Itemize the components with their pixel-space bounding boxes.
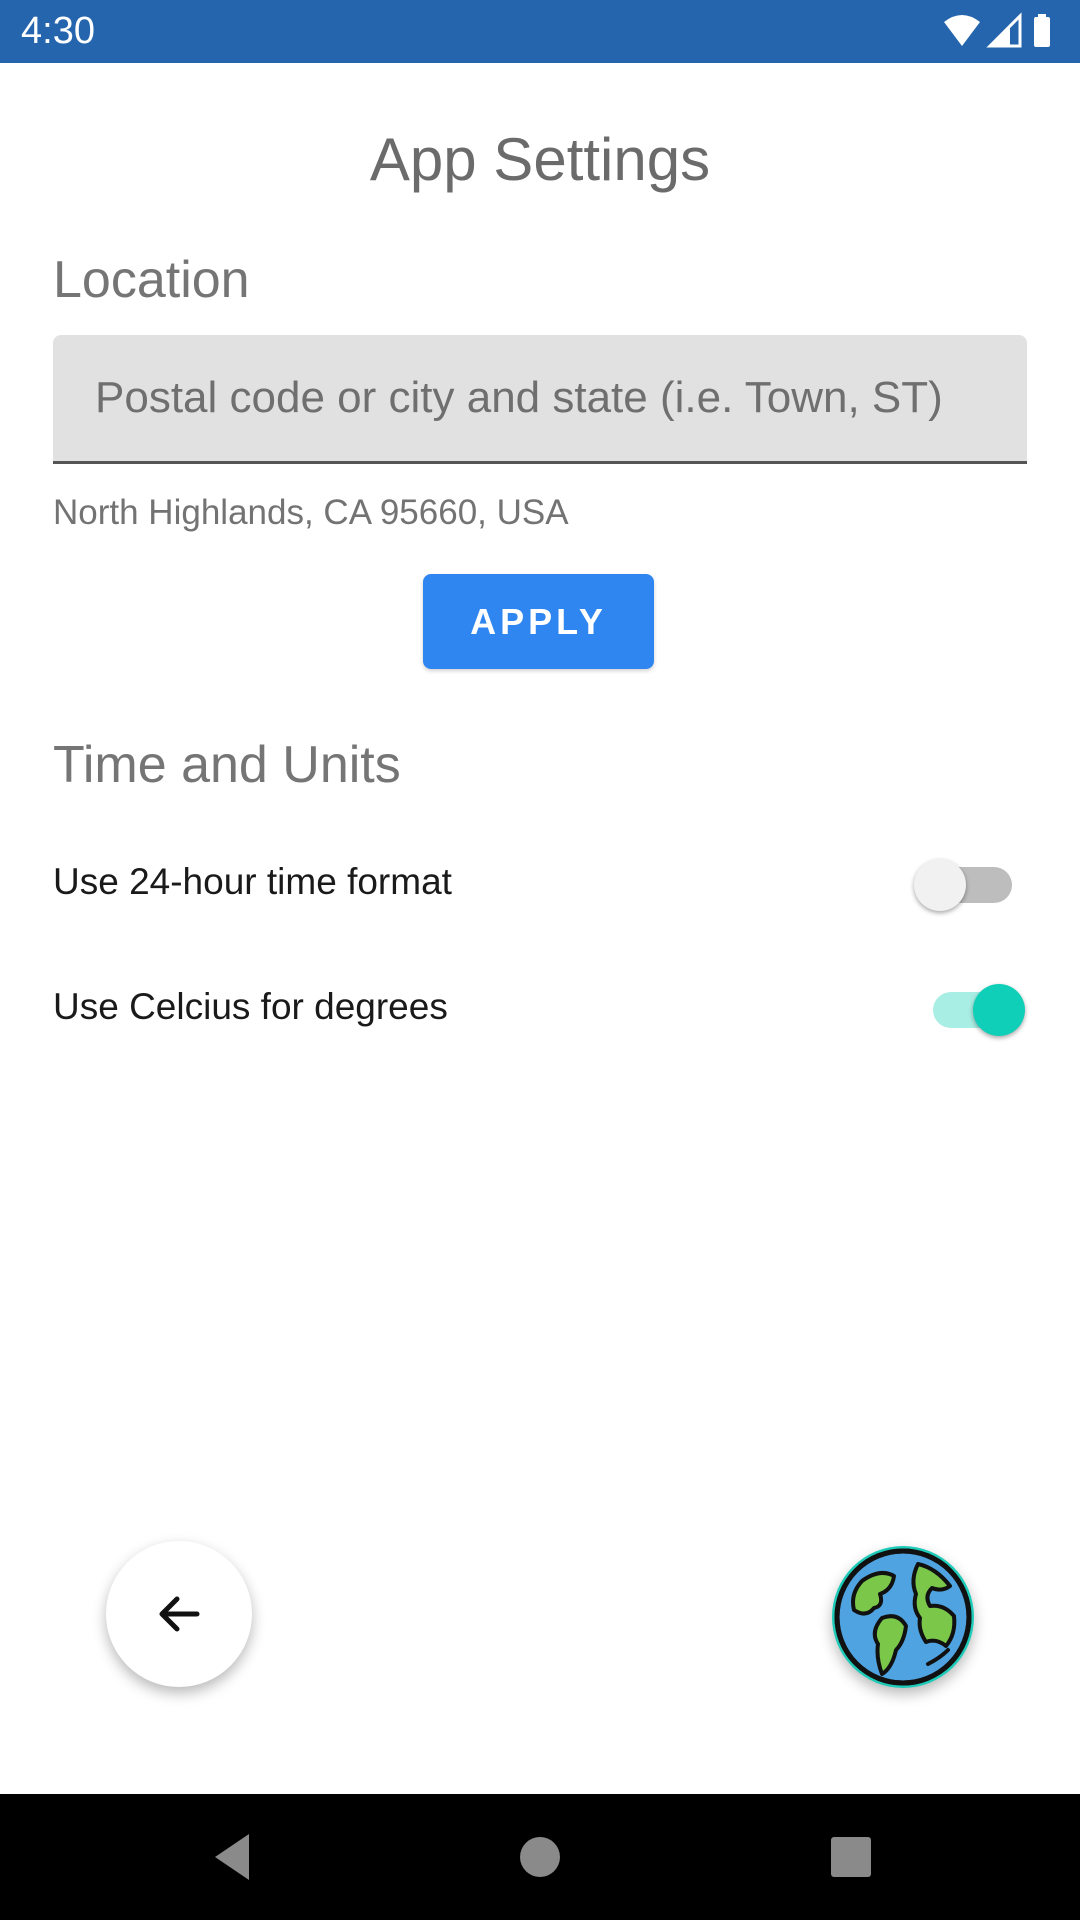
status-icons — [940, 12, 1060, 52]
setting-label-celcius: Use Celcius for degrees — [53, 986, 448, 1027]
toggle-thumb — [973, 984, 1025, 1036]
arrow-left-icon — [159, 1596, 200, 1632]
page-title: App Settings — [369, 126, 711, 193]
home-circle-icon[interactable] — [507, 1824, 573, 1890]
cell-signal-icon — [986, 12, 1022, 48]
globe-icon — [834, 1548, 972, 1686]
time-units-section-title: Time and Units — [53, 736, 401, 794]
status-bar: 4:30 — [0, 0, 1080, 63]
apply-button[interactable]: APPLY — [423, 574, 654, 669]
current-location-text: North Highlands, CA 95660, USA — [53, 493, 569, 532]
toggle-thumb — [914, 859, 966, 911]
recents-square-icon[interactable] — [818, 1824, 884, 1890]
setting-row-24-hour: Use 24-hour time format — [53, 843, 1027, 923]
battery-icon — [1034, 14, 1050, 47]
setting-row-celcius: Use Celcius for degrees — [53, 968, 1027, 1048]
globe-fab-button[interactable] — [832, 1546, 974, 1688]
back-fab-button[interactable] — [106, 1541, 252, 1687]
location-input[interactable] — [53, 335, 1027, 461]
back-triangle-icon[interactable] — [205, 1824, 271, 1890]
navigation-bar — [0, 1794, 1080, 1920]
status-time: 4:30 — [21, 10, 95, 52]
toggle-celcius[interactable] — [917, 968, 1027, 1048]
location-section-title: Location — [53, 251, 250, 309]
setting-label-24-hour: Use 24-hour time format — [53, 861, 452, 902]
location-input-field — [53, 335, 1027, 464]
toggle-24-hour[interactable] — [914, 843, 1024, 923]
wifi-icon — [944, 15, 980, 46]
settings-screen: 4:30 App Settings Location North High — [0, 0, 1080, 1920]
